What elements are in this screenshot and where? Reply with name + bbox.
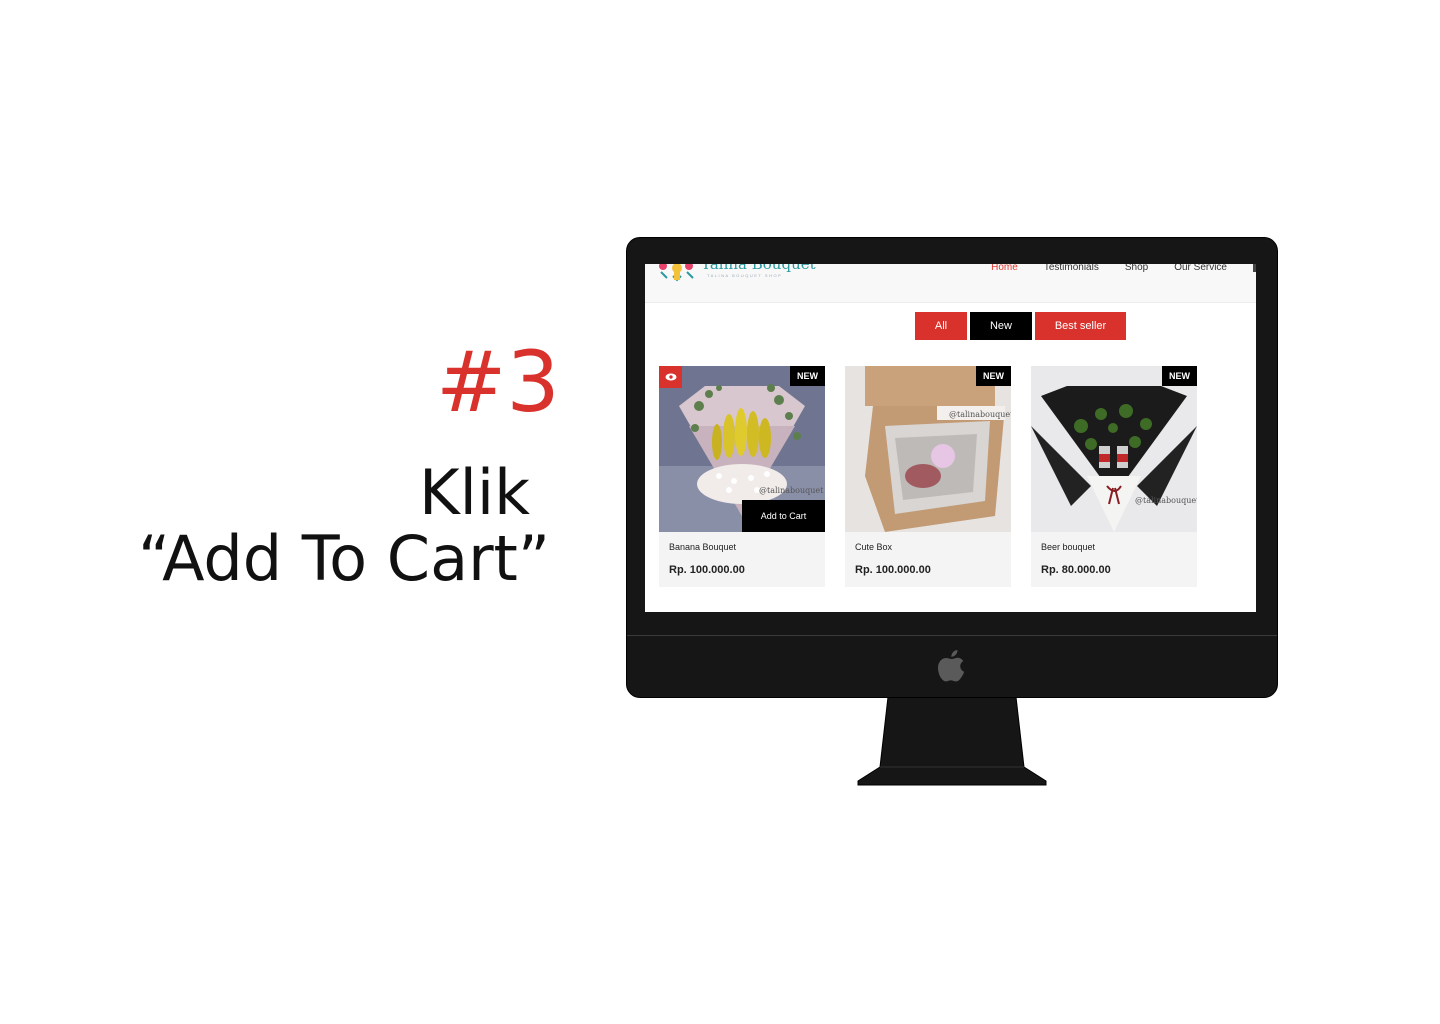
instruction-line-2: “Add To Cart”	[137, 522, 550, 595]
product-name[interactable]: Banana Bouquet	[669, 542, 736, 552]
nav-shop[interactable]: Shop	[1125, 264, 1148, 273]
product-price: Rp. 100.000.00	[669, 564, 745, 576]
step-number: #3	[436, 333, 560, 431]
new-badge: NEW	[1162, 366, 1197, 386]
product-card-banana-bouquet[interactable]: @talinabouquet NEW Add to Cart Banana Bo…	[659, 366, 825, 587]
product-filters: All New Best seller	[915, 312, 1129, 340]
monitor-stand	[857, 697, 1047, 786]
nav-our-service[interactable]: Our Service	[1174, 264, 1227, 273]
product-card-beer-bouquet[interactable]: @talinabouquet NEW Beer bouquet Rp. 80.0…	[1031, 366, 1197, 587]
product-watermark: @talinabouquet	[949, 410, 1011, 419]
website-screen: Talina Bouquet TALINA BOUQUET SHOP Home …	[645, 264, 1256, 612]
product-image-banana-bouquet[interactable]: @talinabouquet NEW Add to Cart	[659, 366, 825, 532]
product-price: Rp. 80.000.00	[1041, 564, 1111, 576]
site-navbar: Talina Bouquet TALINA BOUQUET SHOP Home …	[645, 264, 1256, 303]
product-name[interactable]: Cute Box	[855, 542, 892, 552]
nav-links: Home Testimonials Shop Our Service	[991, 264, 1256, 274]
instruction-text: Klik “Add To Cart”	[120, 460, 550, 592]
product-card-cute-box[interactable]: @talinabouquet NEW Cute Box Rp. 100.000.…	[845, 366, 1011, 587]
product-image-beer-bouquet[interactable]: @talinabouquet NEW	[1031, 366, 1197, 532]
add-to-cart-button[interactable]: Add to Cart	[742, 500, 825, 532]
apple-logo-icon	[938, 650, 965, 682]
site-logo-text[interactable]: Talina Bouquet	[701, 264, 816, 273]
nav-cart-icon[interactable]	[1253, 264, 1256, 272]
monitor-chin-divider	[627, 635, 1277, 636]
site-logo-tagline: TALINA BOUQUET SHOP	[707, 273, 783, 278]
product-price: Rp. 100.000.00	[855, 564, 931, 576]
product-image-cute-box[interactable]: @talinabouquet NEW	[845, 366, 1011, 532]
quick-view-button[interactable]	[659, 366, 682, 388]
new-badge: NEW	[976, 366, 1011, 386]
beer-bouquet-photo	[1031, 366, 1197, 532]
filter-best-seller-button[interactable]: Best seller	[1035, 312, 1126, 340]
filter-all-button[interactable]: All	[915, 312, 967, 340]
filter-new-button[interactable]: New	[970, 312, 1032, 340]
product-watermark: @talinabouquet	[759, 486, 824, 495]
product-watermark: @talinabouquet	[1135, 496, 1197, 505]
product-name[interactable]: Beer bouquet	[1041, 542, 1095, 552]
instruction-line-1: Klik	[418, 456, 530, 529]
nav-home[interactable]: Home	[991, 264, 1018, 273]
nav-testimonials[interactable]: Testimonials	[1044, 264, 1099, 273]
new-badge: NEW	[790, 366, 825, 386]
cute-box-photo	[845, 366, 1011, 532]
eye-icon	[665, 373, 676, 381]
flower-logo-icon	[659, 264, 694, 282]
